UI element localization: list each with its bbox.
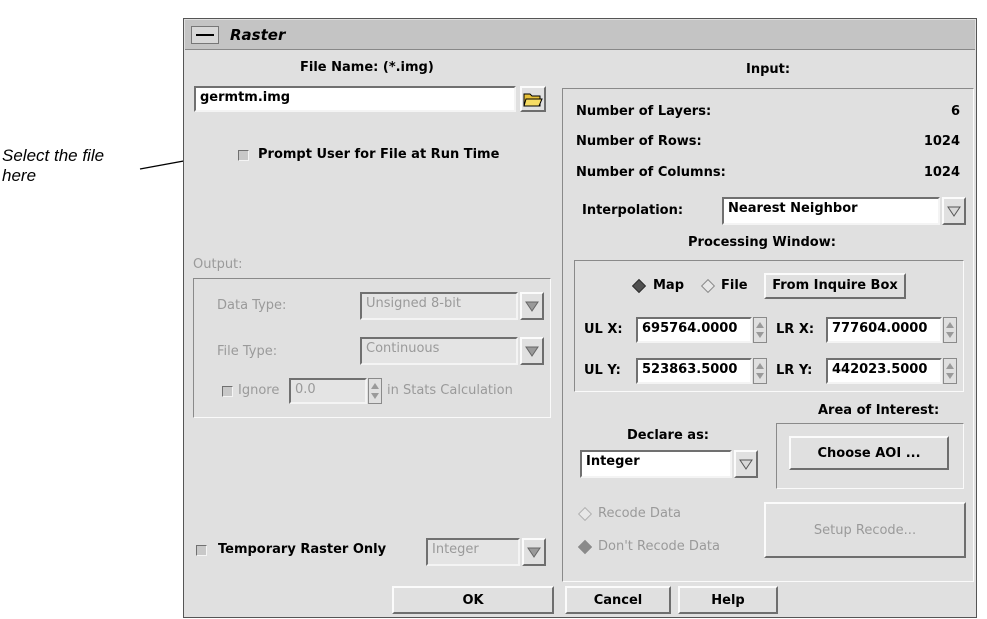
chevron-down-icon xyxy=(525,346,539,357)
declare-as-dropdown-button[interactable] xyxy=(734,450,758,478)
interpolation-label: Interpolation: xyxy=(582,203,684,218)
ignore-value-input[interactable]: 0.0 xyxy=(289,378,367,404)
chevron-down-icon xyxy=(525,301,539,312)
prompt-user-label: Prompt User for File at Run Time xyxy=(258,147,500,162)
ul-x-input[interactable]: 695764.0000 xyxy=(636,317,752,343)
lr-y-input[interactable]: 442023.5000 xyxy=(826,358,942,384)
stats-calculation-label: in Stats Calculation xyxy=(387,383,513,398)
lr-x-spinner[interactable] xyxy=(943,317,957,343)
lr-x-label: LR X: xyxy=(776,322,815,337)
dont-recode-data-label: Don't Recode Data xyxy=(598,539,720,554)
rows-value: 1024 xyxy=(923,134,960,149)
help-button[interactable]: Help xyxy=(678,586,778,614)
folder-open-icon xyxy=(523,93,543,107)
chevron-down-icon xyxy=(947,206,961,217)
area-of-interest-label: Area of Interest: xyxy=(818,403,940,418)
ul-y-spinner[interactable] xyxy=(753,358,767,384)
ok-button[interactable]: OK xyxy=(392,586,554,614)
ul-y-label: UL Y: xyxy=(584,363,621,378)
ul-x-label: UL X: xyxy=(584,322,623,337)
map-label: Map xyxy=(653,278,685,293)
ignore-value-spinner[interactable] xyxy=(368,378,382,404)
temporary-type-dropdown-button[interactable] xyxy=(522,538,546,566)
cancel-button[interactable]: Cancel xyxy=(565,586,671,614)
declare-as-select[interactable]: Integer xyxy=(580,450,732,478)
chevron-down-icon xyxy=(739,459,753,470)
ul-y-input[interactable]: 523863.5000 xyxy=(636,358,752,384)
layers-value: 6 xyxy=(950,104,960,119)
processing-window-label: Processing Window: xyxy=(688,235,836,250)
output-label: Output: xyxy=(193,257,243,272)
recode-data-label: Recode Data xyxy=(598,506,681,521)
ignore-checkbox[interactable] xyxy=(222,386,233,397)
from-inquire-box-button[interactable]: From Inquire Box xyxy=(764,273,906,299)
chevron-down-icon xyxy=(527,547,541,558)
prompt-user-checkbox[interactable] xyxy=(238,150,249,161)
file-type-dropdown-button[interactable] xyxy=(520,337,544,365)
temporary-raster-label: Temporary Raster Only xyxy=(218,542,387,557)
file-name-input[interactable]: germtm.img xyxy=(194,86,516,112)
temporary-type-select[interactable]: Integer xyxy=(426,538,520,566)
data-type-select[interactable]: Unsigned 8-bit xyxy=(360,292,518,320)
columns-label: Number of Columns: xyxy=(576,165,726,180)
input-title: Input: xyxy=(746,62,791,77)
data-type-label: Data Type: xyxy=(217,298,287,313)
file-type-select[interactable]: Continuous xyxy=(360,337,518,365)
lr-y-label: LR Y: xyxy=(776,363,813,378)
declare-as-label: Declare as: xyxy=(627,428,710,443)
file-name-label: File Name: (*.img) xyxy=(300,60,434,75)
file-label: File xyxy=(721,278,748,293)
window-title: Raster xyxy=(230,26,286,44)
rows-label: Number of Rows: xyxy=(576,134,702,149)
data-type-dropdown-button[interactable] xyxy=(520,292,544,320)
file-type-label: File Type: xyxy=(217,344,278,359)
columns-value: 1024 xyxy=(923,165,960,180)
title-bar[interactable] xyxy=(185,20,975,50)
interpolation-dropdown-button[interactable] xyxy=(942,197,966,225)
lr-x-input[interactable]: 777604.0000 xyxy=(826,317,942,343)
setup-recode-button[interactable]: Setup Recode... xyxy=(764,502,966,558)
choose-aoi-button[interactable]: Choose AOI ... xyxy=(789,436,949,470)
lr-y-spinner[interactable] xyxy=(943,358,957,384)
file-open-button[interactable] xyxy=(520,86,546,112)
layers-label: Number of Layers: xyxy=(576,104,712,119)
ignore-label: Ignore xyxy=(238,383,280,398)
temporary-raster-checkbox[interactable] xyxy=(196,545,207,556)
interpolation-select[interactable]: Nearest Neighbor xyxy=(722,197,940,225)
window-menu-button[interactable] xyxy=(191,26,219,44)
ul-x-spinner[interactable] xyxy=(753,317,767,343)
